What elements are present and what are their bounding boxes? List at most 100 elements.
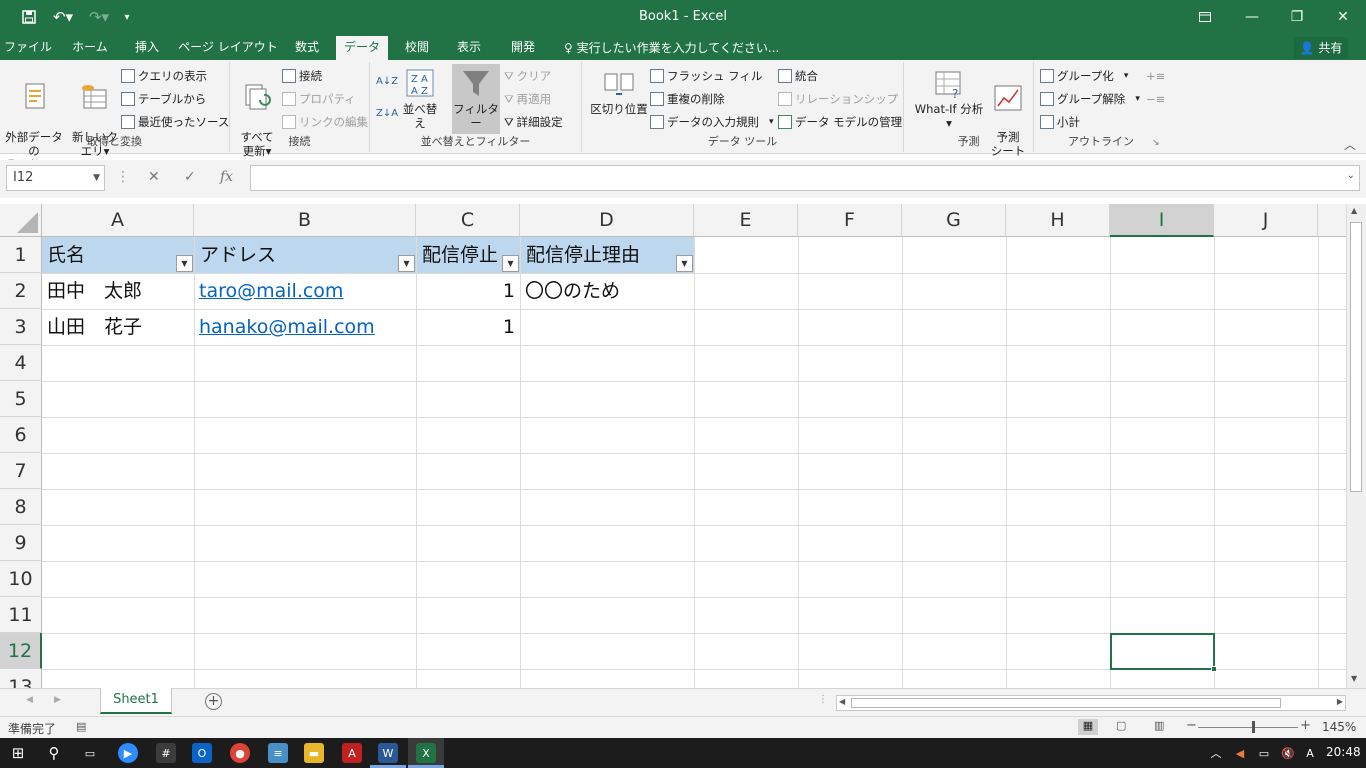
column-header-a[interactable]: A bbox=[42, 204, 194, 237]
what-if-analysis-button[interactable]: ? What-If 分析 ▾ bbox=[908, 68, 990, 130]
ungroup-button[interactable]: グループ解除 ▾ bbox=[1040, 89, 1140, 109]
manage-data-model-button[interactable]: データ モデルの管理 bbox=[778, 112, 902, 132]
connections-button[interactable]: 接続 bbox=[282, 66, 322, 86]
vertical-scrollbar[interactable]: ▲ ▼ bbox=[1346, 204, 1366, 688]
sort-asc-icon[interactable]: A↓Z bbox=[376, 72, 398, 92]
outlook-icon[interactable]: O bbox=[192, 743, 212, 763]
page-layout-view-icon[interactable]: ▢ bbox=[1116, 719, 1126, 732]
acrobat-icon[interactable]: A bbox=[342, 743, 362, 763]
ribbon-display-options-icon[interactable] bbox=[1190, 4, 1220, 30]
row-header-13[interactable]: 13 bbox=[0, 669, 42, 688]
column-header-f[interactable]: F bbox=[798, 204, 902, 237]
windows-start-icon[interactable]: ⊞ bbox=[8, 743, 28, 763]
reapply-button[interactable]: ⛛ 再適用 bbox=[504, 89, 551, 109]
recent-sources-button[interactable]: 最近使ったソース bbox=[121, 112, 229, 132]
active-cell-selection[interactable] bbox=[1110, 633, 1215, 670]
table-header-address[interactable]: アドレス bbox=[195, 237, 416, 273]
filter-dropdown-icon[interactable]: ▼ bbox=[398, 255, 415, 272]
advanced-filter-button[interactable]: ⛛ 詳細設定 bbox=[504, 112, 563, 132]
zoom-level[interactable]: 145% bbox=[1322, 720, 1356, 734]
sort-button[interactable]: Z AA Z 並べ替え bbox=[398, 68, 442, 130]
sort-desc-icon[interactable]: Z↓A bbox=[376, 104, 398, 124]
collapse-ribbon-icon[interactable]: ︿ bbox=[1344, 136, 1356, 153]
horizontal-scrollbar[interactable]: ◀ ▶ bbox=[836, 695, 1346, 711]
page-break-view-icon[interactable]: ▥ bbox=[1154, 719, 1164, 732]
column-header-d[interactable]: D bbox=[520, 204, 694, 237]
hide-detail-icon[interactable]: −≡ bbox=[1146, 89, 1165, 109]
close-icon[interactable]: ✕ bbox=[1328, 4, 1358, 30]
volume-muted-icon[interactable]: 🔇 bbox=[1278, 743, 1298, 763]
notification-app-icon[interactable]: ◀ bbox=[1230, 743, 1250, 763]
scroll-left-icon[interactable]: ◀ bbox=[839, 697, 845, 706]
row-header-6[interactable]: 6 bbox=[0, 417, 42, 453]
column-header-c[interactable]: C bbox=[416, 204, 520, 237]
select-all-corner[interactable] bbox=[0, 204, 42, 237]
table-cell[interactable]: 田中 太郎 bbox=[42, 273, 194, 309]
row-header-9[interactable]: 9 bbox=[0, 525, 42, 561]
battery-icon[interactable]: ▭ bbox=[1254, 743, 1274, 763]
table-cell[interactable]: 〇〇のため bbox=[520, 273, 694, 309]
vertical-scroll-thumb[interactable] bbox=[1350, 222, 1362, 492]
subtotal-button[interactable]: 小計 bbox=[1040, 112, 1080, 132]
file-explorer-icon[interactable]: ▬ bbox=[304, 743, 324, 763]
table-cell[interactable]: 山田 花子 bbox=[42, 309, 194, 345]
from-table-button[interactable]: テーブルから bbox=[121, 89, 206, 109]
filter-button[interactable]: フィルター bbox=[452, 64, 500, 134]
worksheet-grid[interactable]: A B C D E F G H I J 1 2 3 4 5 6 7 8 9 10… bbox=[0, 204, 1346, 688]
sheet-tab-sheet1[interactable]: Sheet1 bbox=[100, 688, 172, 714]
scroll-right-icon[interactable]: ▶ bbox=[1337, 697, 1343, 706]
restore-icon[interactable]: ❐ bbox=[1282, 4, 1312, 30]
tab-file[interactable]: ファイル bbox=[0, 36, 56, 60]
next-sheet-icon[interactable]: ▶ bbox=[54, 695, 61, 705]
insert-function-icon[interactable]: fx bbox=[220, 169, 233, 185]
prev-sheet-icon[interactable]: ◀ bbox=[26, 695, 33, 705]
tell-me-search[interactable]: ♀ 実行したい作業を入力してください... bbox=[564, 39, 779, 56]
column-header-b[interactable]: B bbox=[194, 204, 416, 237]
tab-view[interactable]: 表示 bbox=[446, 36, 492, 60]
enter-icon[interactable]: ✓ bbox=[184, 169, 196, 185]
row-header-4[interactable]: 4 bbox=[0, 345, 42, 381]
column-header-j[interactable]: J bbox=[1214, 204, 1318, 237]
dialog-launcher-icon[interactable]: ↘ bbox=[1152, 138, 1160, 148]
formula-input[interactable]: ⌄ bbox=[250, 165, 1360, 191]
horizontal-scroll-thumb[interactable] bbox=[851, 698, 1281, 708]
fill-handle[interactable] bbox=[1211, 666, 1217, 672]
macro-record-icon[interactable]: ▤ bbox=[76, 720, 86, 733]
ime-mode-icon[interactable]: A bbox=[1300, 743, 1320, 763]
remove-duplicates-button[interactable]: 重複の削除 bbox=[650, 89, 725, 109]
table-header-reason[interactable]: 配信停止理由 bbox=[521, 237, 694, 273]
tab-data[interactable]: データ bbox=[336, 36, 388, 60]
row-header-1[interactable]: 1 bbox=[0, 237, 42, 273]
name-box-dropdown-icon[interactable]: ▼ bbox=[93, 166, 100, 190]
filter-dropdown-icon[interactable]: ▼ bbox=[676, 255, 693, 272]
properties-button[interactable]: プロパティ bbox=[282, 89, 356, 109]
name-box[interactable]: I12 ▼ bbox=[6, 165, 105, 191]
zoom-app-icon[interactable]: ▶ bbox=[118, 743, 138, 763]
zoom-slider[interactable] bbox=[1198, 727, 1298, 728]
word-icon[interactable]: W bbox=[378, 743, 398, 763]
data-validation-button[interactable]: データの入力規則 ▾ bbox=[650, 112, 774, 132]
zoom-slider-thumb[interactable] bbox=[1252, 721, 1255, 733]
clear-filter-button[interactable]: ⛛ クリア bbox=[504, 66, 551, 86]
column-header-e[interactable]: E bbox=[694, 204, 798, 237]
table-cell-email-link[interactable]: hanako@mail.com bbox=[194, 309, 416, 345]
zoom-out-icon[interactable]: − bbox=[1186, 718, 1197, 733]
row-header-8[interactable]: 8 bbox=[0, 489, 42, 525]
tab-formulas[interactable]: 数式 bbox=[284, 36, 330, 60]
excel-icon[interactable]: X bbox=[416, 743, 436, 763]
notepad-icon[interactable]: ≡ bbox=[268, 743, 288, 763]
edit-links-button[interactable]: リンクの編集 bbox=[282, 112, 368, 132]
row-header-12[interactable]: 12 bbox=[0, 633, 42, 669]
scroll-up-icon[interactable]: ▲ bbox=[1351, 206, 1357, 215]
row-header-11[interactable]: 11 bbox=[0, 597, 42, 633]
table-cell[interactable]: 1 bbox=[416, 273, 520, 309]
column-header-h[interactable]: H bbox=[1006, 204, 1110, 237]
tab-home[interactable]: ホーム bbox=[64, 36, 116, 60]
zoom-in-icon[interactable]: + bbox=[1300, 718, 1311, 733]
relationships-button[interactable]: リレーションシップ bbox=[778, 89, 898, 109]
get-external-data-button[interactable]: 外部データの 取り込み▾ bbox=[0, 68, 68, 172]
table-cell[interactable] bbox=[520, 309, 694, 345]
scroll-down-icon[interactable]: ▼ bbox=[1351, 674, 1357, 683]
tab-developer[interactable]: 開発 bbox=[500, 36, 546, 60]
consolidate-button[interactable]: 統合 bbox=[778, 66, 818, 86]
